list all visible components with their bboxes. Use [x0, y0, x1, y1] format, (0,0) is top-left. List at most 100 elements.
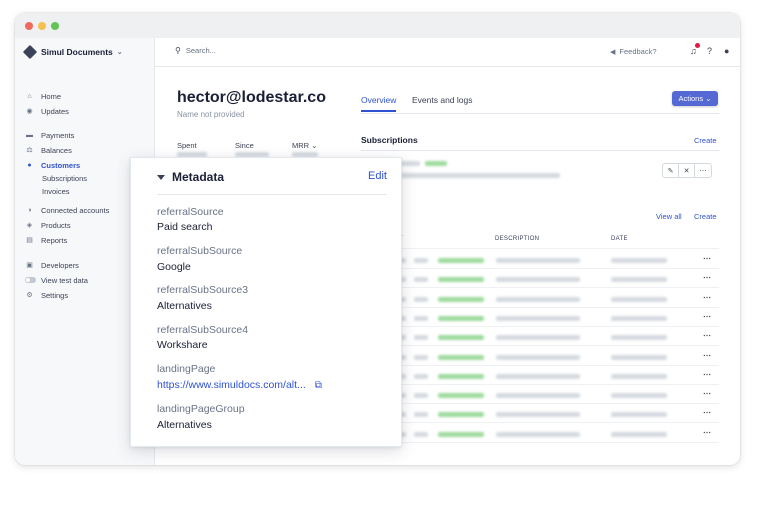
metadata-edit-button[interactable]: Edit [368, 170, 387, 182]
sidebar-item-reports[interactable]: ▤ Reports [25, 234, 67, 246]
landing-page-link[interactable]: https://www.simuldocs.com/alt... ⧉ [157, 379, 322, 391]
blurred-value [496, 355, 580, 360]
customers-icon: ● [27, 161, 32, 169]
sidebar-item-label: Home [41, 91, 62, 101]
search-icon: ⚲ [175, 46, 181, 55]
updates-icon: ◉ [26, 108, 33, 115]
metadata-panel: Metadata Edit referralSource Paid search… [130, 157, 402, 447]
blurred-value [496, 393, 580, 398]
sidebar-item-label: Products [41, 220, 71, 230]
table-row-divider [361, 307, 719, 308]
customer-email: hector@lodestar.co [177, 89, 326, 106]
sidebar-item-developers[interactable]: ▣ Developers [25, 259, 79, 271]
actions-button[interactable]: Actions ⌄ [672, 91, 718, 106]
blurred-value [414, 432, 428, 437]
sidebar-subitem-subscriptions[interactable]: Subscriptions [42, 174, 87, 183]
notification-badge [695, 43, 700, 48]
blurred-value [611, 297, 667, 302]
more-icon[interactable]: ⋯ [703, 370, 711, 379]
blurred-value [611, 316, 667, 321]
help-icon[interactable]: ? [707, 46, 712, 56]
more-icon[interactable]: ⋯ [703, 331, 711, 340]
sidebar-item-label: Updates [41, 106, 69, 116]
create-subscription-link[interactable]: Create [694, 136, 717, 145]
more-icon[interactable]: ⋯ [703, 389, 711, 398]
sidebar-item-products[interactable]: ◈ Products [25, 219, 71, 231]
sidebar-item-home[interactable]: ⌂ Home [25, 90, 61, 102]
blurred-value [414, 258, 428, 263]
more-icon[interactable]: ⋯ [703, 312, 711, 321]
table-row-divider [361, 268, 719, 269]
metadata-key: referralSubSource4 [157, 324, 249, 336]
feedback-button[interactable]: ◀ Feedback? [610, 47, 657, 56]
chevron-down-icon: ⌄ [705, 94, 712, 103]
more-icon[interactable]: ⋯ [703, 408, 711, 417]
toggle-icon [25, 277, 36, 283]
more-icon[interactable]: ⋯ [703, 254, 711, 263]
more-icon[interactable]: ⋯ [703, 428, 711, 437]
sidebar-item-label: Payments [41, 130, 75, 140]
more-icon[interactable]: ⋯ [703, 293, 711, 302]
table-row-divider [361, 287, 719, 288]
blurred-value [414, 335, 428, 340]
minimize-window-button[interactable] [38, 22, 46, 30]
metadata-key: landingPage [157, 363, 216, 375]
table-row-divider [361, 365, 719, 366]
metadata-value: Alternatives [157, 419, 212, 431]
close-window-button[interactable] [25, 22, 33, 30]
view-all-invoices-link[interactable]: View all [656, 212, 682, 221]
edit-icon[interactable]: ✎ [663, 164, 679, 177]
sidebar-item-balances[interactable]: ⚖ Balances [25, 144, 72, 156]
sidebar-item-customers[interactable]: ● Customers [25, 159, 80, 171]
blurred-value [414, 393, 428, 398]
blurred-status [438, 393, 484, 398]
more-icon[interactable]: ⋯ [695, 164, 711, 177]
more-icon[interactable]: ⋯ [703, 351, 711, 360]
sidebar-item-connected-accounts[interactable]: ◑ Connected accounts [25, 204, 109, 216]
subscription-row-actions: ✎ ✕ ⋯ [662, 163, 712, 178]
sidebar-subitem-invoices[interactable]: Invoices [42, 187, 70, 196]
blurred-value [400, 161, 420, 166]
payments-icon: ▬ [26, 131, 33, 139]
blurred-status [438, 432, 484, 437]
metadata-toggle[interactable]: Metadata [157, 170, 224, 184]
blurred-value [496, 374, 580, 379]
tab-divider [361, 113, 719, 114]
tab-events-and-logs[interactable]: Events and logs [412, 95, 472, 105]
blurred-value [496, 316, 580, 321]
external-link-icon[interactable]: ⧉ [315, 380, 322, 391]
blurred-value [611, 277, 667, 282]
metadata-key: referralSource [157, 206, 224, 218]
table-header-divider [361, 248, 719, 249]
view-test-data-toggle[interactable]: View test data [25, 274, 88, 286]
blurred-value [414, 374, 428, 379]
create-invoice-link[interactable]: Create [694, 212, 717, 221]
blurred-value [611, 355, 667, 360]
metadata-key: referralSubSource [157, 245, 243, 257]
metadata-title: Metadata [172, 170, 225, 184]
blurred-value [400, 173, 560, 178]
blurred-status [438, 374, 484, 379]
megaphone-icon: ◀ [610, 48, 616, 56]
sidebar-item-payments[interactable]: ▬ Payments [25, 129, 74, 141]
gear-icon: ⚙ [26, 292, 33, 299]
close-icon[interactable]: ✕ [679, 164, 695, 177]
blurred-status [438, 297, 484, 302]
blurred-value [414, 277, 428, 282]
more-icon[interactable]: ⋯ [703, 273, 711, 282]
sidebar-item-updates[interactable]: ◉ Updates [25, 105, 69, 117]
maximize-window-button[interactable] [51, 22, 59, 30]
blurred-value [611, 412, 667, 417]
user-icon[interactable]: ● [724, 46, 729, 56]
tab-overview[interactable]: Overview [361, 95, 397, 112]
landing-page-url[interactable]: https://www.simuldocs.com/alt... [157, 379, 306, 391]
sidebar-item-settings[interactable]: ⚙ Settings [25, 289, 68, 301]
blurred-value [611, 335, 667, 340]
search-input[interactable]: ⚲ Search... [175, 46, 216, 55]
sidebar-item-label: Developers [41, 260, 79, 270]
account-switcher[interactable]: Simul Documents ⌄ [22, 44, 123, 60]
sidebar-item-label: Customers [41, 160, 81, 170]
products-icon: ◈ [26, 222, 33, 229]
divider [361, 150, 719, 151]
developers-icon: ▣ [26, 262, 33, 269]
